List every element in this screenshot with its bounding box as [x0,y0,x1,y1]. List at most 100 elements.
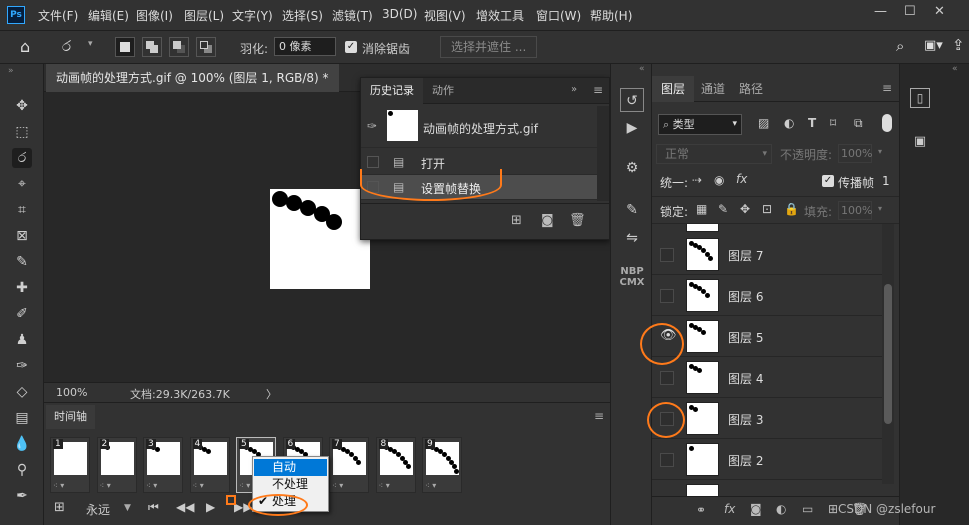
filter-type-icon[interactable]: T [808,116,816,130]
history-snapshot[interactable]: ✑ 动画帧的处理方式.gif [361,104,597,148]
intersect-selection-button[interactable] [196,37,216,57]
trash-icon[interactable]: 🗑 [569,213,586,228]
tab-channels[interactable]: 通道 [692,76,734,102]
adjustment-layer-icon[interactable]: ◐ [776,502,786,516]
layer-row[interactable]: 图层 6 [652,275,882,316]
menu-item-9[interactable]: 增效工具 [476,7,524,24]
new-layer-icon[interactable]: ⊞ [828,502,838,516]
panel-menu-icon[interactable]: ≡ [882,81,892,95]
dodge-tool-icon[interactable]: ⚲ [12,460,32,480]
layer-style-icon[interactable]: fx [724,502,735,516]
fill-input[interactable]: 100% [838,201,872,220]
opacity-input[interactable]: 100% [838,144,872,163]
menu-item-7[interactable]: 3D(D) [382,7,417,21]
frame-disposal-icon[interactable]: ⁖ ▾ [146,481,157,490]
filter-pixel-icon[interactable]: ▨ [758,116,769,130]
filter-adjustment-icon[interactable]: ◐ [784,116,794,130]
close-button[interactable]: ✕ [934,4,945,19]
share-icon[interactable]: ⇪ [952,36,965,54]
filter-toggle[interactable] [882,114,892,132]
adjustments-panel-icon[interactable]: ⚙ [620,156,644,180]
lock-artboard-icon[interactable]: ⊡ [762,202,772,216]
unify-style-icon[interactable]: fx [736,172,747,186]
visibility-toggle[interactable] [660,289,674,303]
chevron-down-icon[interactable]: ▼ [124,503,131,513]
menu-item-6[interactable]: 滤镜(T) [332,7,373,24]
tab-history[interactable]: 历史记录 [361,78,423,104]
menu-item-11[interactable]: 帮助(H) [590,7,632,24]
lasso-tool-icon[interactable]: ර [12,148,32,168]
history-brush-icon[interactable]: ✑ [367,119,377,133]
tab-paths[interactable]: 路径 [730,76,772,102]
layer-row[interactable]: 图层 7 [652,234,882,275]
frame-disposal-icon[interactable]: ⁖ ▾ [239,481,250,490]
layer-row[interactable]: 图层 3 [652,398,882,439]
eraser-tool-icon[interactable]: ◇ [12,382,32,402]
expand-icon[interactable]: » [8,66,14,76]
panel-menu-icon[interactable]: ≡ [593,83,603,97]
filter-shape-icon[interactable]: ⌑ [830,116,836,130]
disposal-option-none[interactable]: 不处理 [254,476,327,493]
collapse-icon[interactable]: » [571,84,577,95]
tab-actions[interactable]: 动作 [423,78,463,104]
frame-disposal-icon[interactable]: ⁖ ▾ [193,481,204,490]
history-brush-tool-icon[interactable]: ✑ [12,356,32,376]
blend-mode-select[interactable]: 正常 ▾ [656,144,772,164]
frame-disposal-icon[interactable]: ⁖ ▾ [332,481,343,490]
frame-disposal-icon[interactable]: ⁖ ▾ [379,481,390,490]
libraries-panel-icon[interactable]: ▣ [910,132,930,152]
play-icon[interactable]: ▶ [206,500,215,514]
quick-select-tool-icon[interactable]: ⌖ [12,174,32,194]
brush-tool-icon[interactable]: ✐ [12,304,32,324]
crop-tool-icon[interactable]: ⌗ [12,200,32,220]
animation-frame[interactable]: 4 ⁖ ▾ [189,437,230,493]
pen-tool-icon[interactable]: ✒ [12,486,32,506]
disposal-option-auto[interactable]: 自动 [254,459,327,476]
status-menu-arrow[interactable]: 〉 [266,386,277,402]
select-and-mask-button[interactable]: 选择并遮住 ... [440,36,538,58]
layer-row[interactable]: 👁 图层 5 [652,316,882,357]
menu-item-4[interactable]: 文字(Y) [232,7,273,24]
frame-disposal-icon[interactable]: ⁖ ▾ [53,481,64,490]
brush-settings-icon[interactable]: ⇋ [620,226,644,250]
properties-panel-icon[interactable]: ▯ [910,88,930,108]
layer-filter-select[interactable]: ⌕ 类型 ▾ [658,114,742,135]
blur-tool-icon[interactable]: 💧 [12,434,32,454]
lock-image-icon[interactable]: ✎ [718,202,728,216]
nbp-cmx-icon[interactable]: NBP CMX [617,266,647,288]
lock-pixels-icon[interactable]: ▦ [696,202,707,216]
panel-menu-icon[interactable]: ≡ [594,409,604,423]
link-layers-icon[interactable]: ⚭ [696,503,706,517]
unify-position-icon[interactable]: ⇢ [692,173,702,187]
stamp-tool-icon[interactable]: ♟ [12,330,32,350]
zoom-level[interactable]: 100% [56,386,87,399]
add-mask-icon[interactable]: ◙ [750,502,762,516]
document-canvas[interactable] [270,189,370,289]
healing-tool-icon[interactable]: ✚ [12,278,32,298]
camera-icon[interactable]: ◙ [541,213,554,228]
chevron-down-icon[interactable]: ▾ [878,147,882,156]
marquee-tool-icon[interactable]: ⬚ [12,122,32,142]
move-tool-icon[interactable]: ✥ [12,96,32,116]
frame-disposal-icon[interactable]: ⁖ ▾ [100,481,111,490]
lock-all-icon[interactable]: 🔒 [784,202,799,216]
eyedropper-tool-icon[interactable]: ✎ [12,252,32,272]
visibility-toggle[interactable] [660,371,674,385]
document-tab[interactable]: 动画帧的处理方式.gif @ 100% (图层 1, RGB/8) * [46,64,339,92]
unify-visibility-icon[interactable]: ◉ [714,173,724,187]
maximize-button[interactable]: ☐ [904,4,916,19]
menu-item-2[interactable]: 图像(I) [136,7,173,24]
new-document-from-state-icon[interactable]: ⊞ [511,213,522,228]
visibility-toggle[interactable] [660,453,674,467]
feather-input[interactable]: 0 像素 [274,37,336,56]
home-icon[interactable]: ⌂ [20,37,30,56]
minimize-button[interactable]: — [874,4,887,19]
menu-item-10[interactable]: 窗口(W) [536,7,581,24]
menu-item-1[interactable]: 编辑(E) [88,7,129,24]
loop-select[interactable]: 永远 [86,501,110,518]
menu-item-5[interactable]: 选择(S) [282,7,323,24]
collapse-icon[interactable]: « [952,64,958,74]
subtract-selection-button[interactable] [169,37,189,57]
add-selection-button[interactable] [142,37,162,57]
frame-disposal-icon[interactable]: ⁖ ▾ [425,481,436,490]
